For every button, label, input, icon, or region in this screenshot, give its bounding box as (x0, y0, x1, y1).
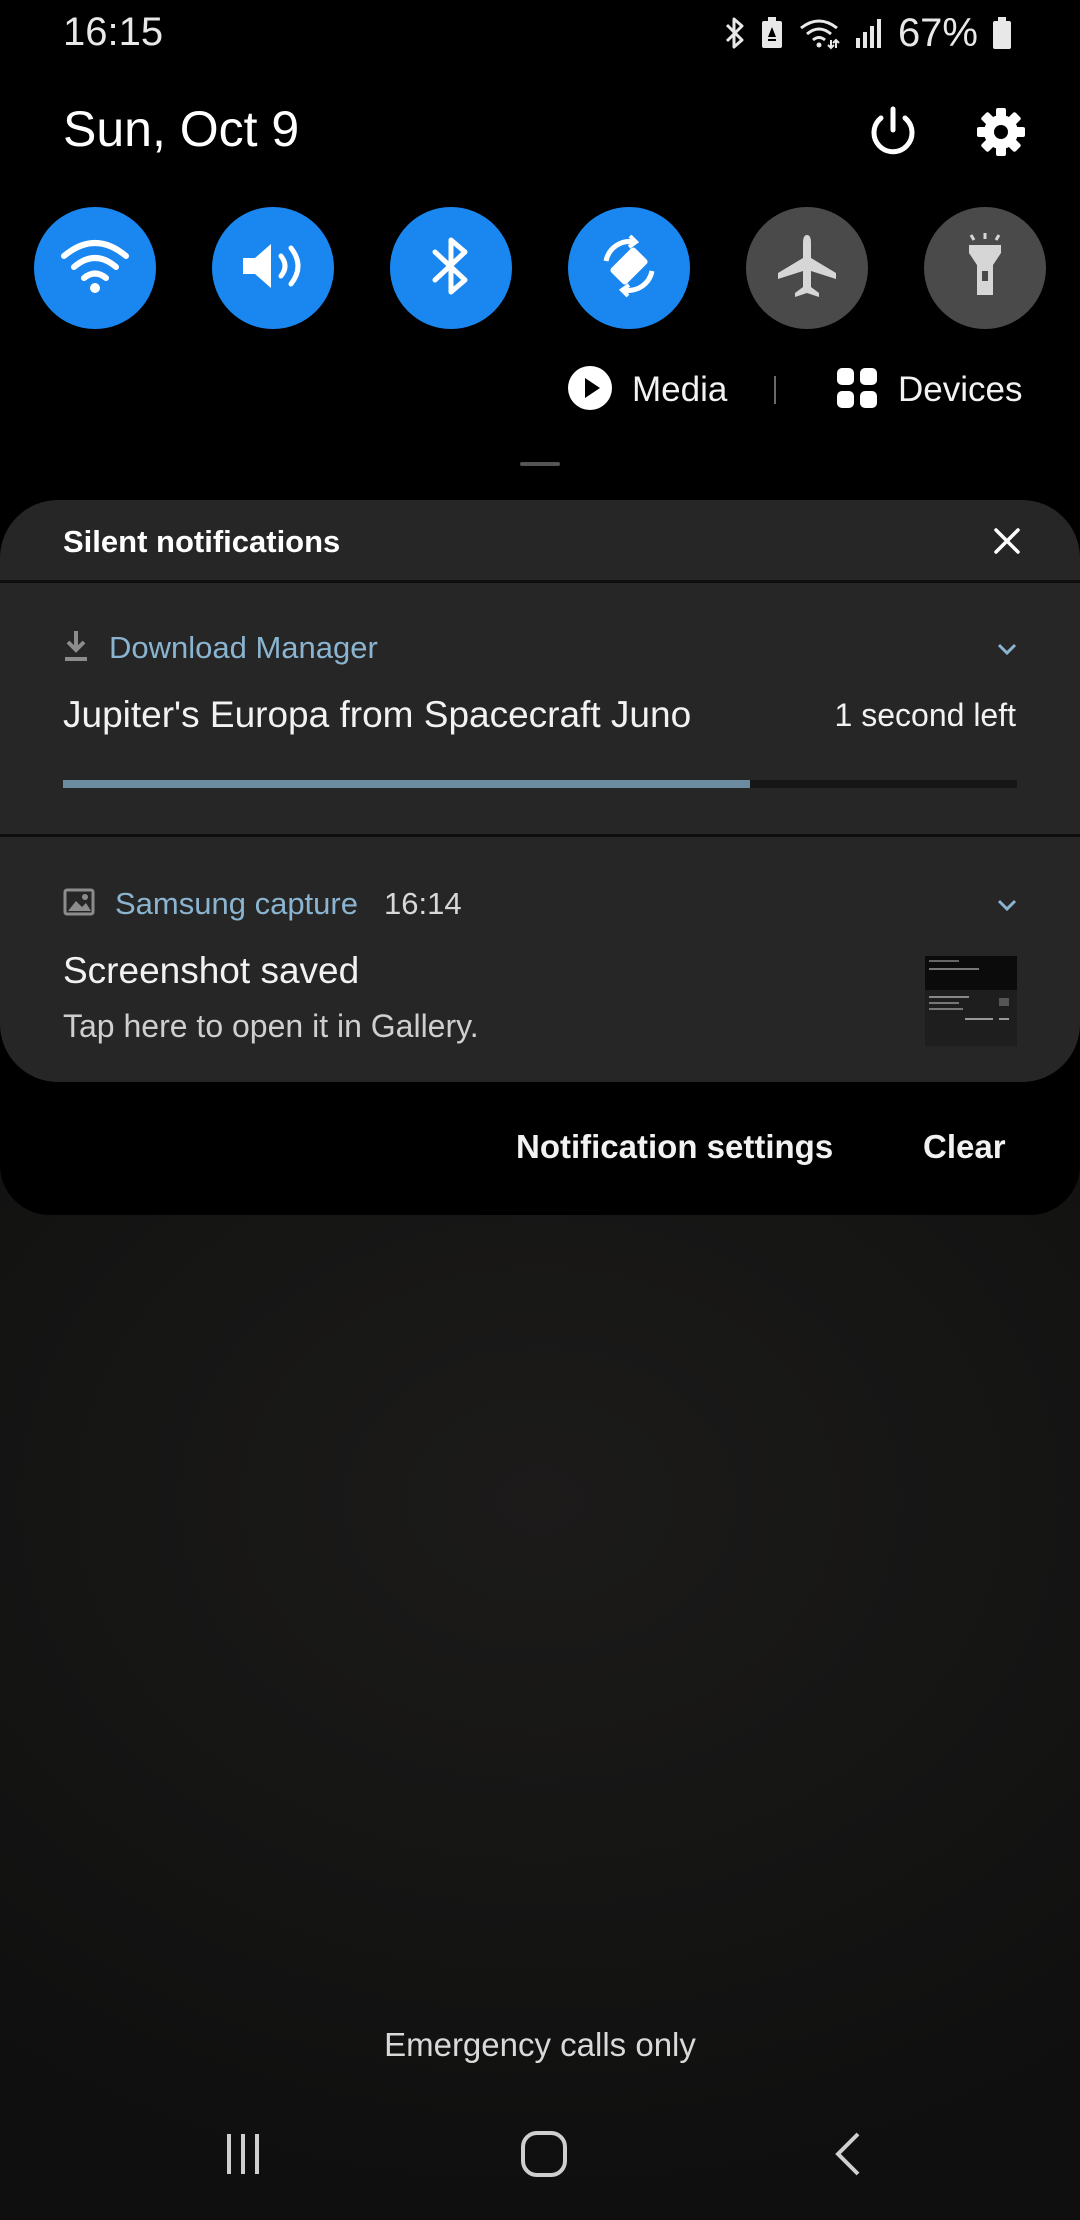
download-notification[interactable]: Download Manager Jupiter's Europa from S… (0, 583, 1080, 834)
notification-time: 16:14 (383, 886, 462, 921)
emergency-calls-text: Emergency calls only (384, 2026, 696, 2063)
status-time: 16:15 (63, 10, 164, 54)
recent-apps-button[interactable] (213, 2126, 273, 2186)
media-label: Media (632, 370, 728, 409)
notification-title: Screenshot saved (63, 950, 360, 991)
devices-icon (836, 367, 878, 414)
clear-button[interactable]: Clear (923, 1128, 1006, 1166)
chevron-down-icon[interactable] (993, 635, 1021, 663)
recent-apps-icon (221, 2132, 265, 2181)
power-icon[interactable] (862, 101, 924, 163)
notification-title: Jupiter's Europa from Spacecraft Juno (63, 694, 692, 735)
notification-settings-button[interactable]: Notification settings (516, 1128, 833, 1166)
bluetooth-icon (724, 16, 746, 50)
app-row: Samsung capture 16:14 (63, 884, 462, 924)
panel-header: Silent notifications (0, 500, 1080, 580)
back-button[interactable] (818, 2126, 878, 2186)
wifi-toggle[interactable] (34, 207, 156, 329)
cell-signal-icon (854, 16, 884, 50)
chevron-down-icon[interactable] (993, 891, 1021, 919)
battery-saver-icon (760, 16, 784, 50)
home-button[interactable] (514, 2126, 574, 2186)
app-name: Download Manager (109, 630, 378, 665)
battery-percent: 67% (897, 10, 978, 55)
volume-icon (237, 236, 309, 301)
battery-icon (992, 16, 1012, 50)
play-icon (568, 365, 612, 415)
home-icon (519, 2129, 569, 2184)
navigation-bar (0, 2110, 1080, 2200)
flashlight-toggle[interactable] (924, 207, 1046, 329)
download-icon (63, 629, 89, 668)
screenshot-notification[interactable]: Samsung capture 16:14 Screenshot saved T… (0, 837, 1080, 1082)
airplane-toggle[interactable] (746, 207, 868, 329)
media-button[interactable]: Media (568, 364, 727, 416)
devices-button[interactable]: Devices (836, 364, 1022, 416)
auto-rotate-toggle[interactable] (568, 207, 690, 329)
bluetooth-icon (429, 234, 473, 303)
back-icon (830, 2130, 866, 2183)
time-remaining: 1 second left (834, 697, 1016, 733)
rotate-icon (594, 231, 664, 306)
status-bar: 16:15 67% (0, 0, 1080, 66)
flashlight-icon (955, 231, 1015, 306)
airplane-icon (772, 231, 842, 306)
panel-title: Silent notifications (63, 524, 341, 559)
notification-subtitle: Tap here to open it in Gallery. (63, 1008, 479, 1044)
sound-toggle[interactable] (212, 207, 334, 329)
status-icons: 67% (724, 10, 1012, 55)
wifi-icon (60, 236, 130, 301)
close-icon[interactable] (988, 522, 1026, 560)
drag-handle[interactable] (520, 462, 560, 466)
devices-label: Devices (898, 370, 1023, 409)
download-progress (63, 780, 1017, 788)
bluetooth-toggle[interactable] (390, 207, 512, 329)
screenshot-thumbnail (925, 956, 1017, 1046)
gear-icon[interactable] (970, 101, 1032, 163)
app-name: Samsung capture (115, 886, 358, 921)
progress-fill (63, 780, 750, 788)
date-text: Sun, Oct 9 (63, 101, 300, 157)
silent-notifications-panel: Silent notifications Download Manager Ju… (0, 500, 1080, 1082)
app-row: Download Manager (63, 628, 378, 668)
image-icon (63, 888, 95, 921)
separator (774, 376, 776, 404)
wifi-data-icon (798, 16, 840, 50)
